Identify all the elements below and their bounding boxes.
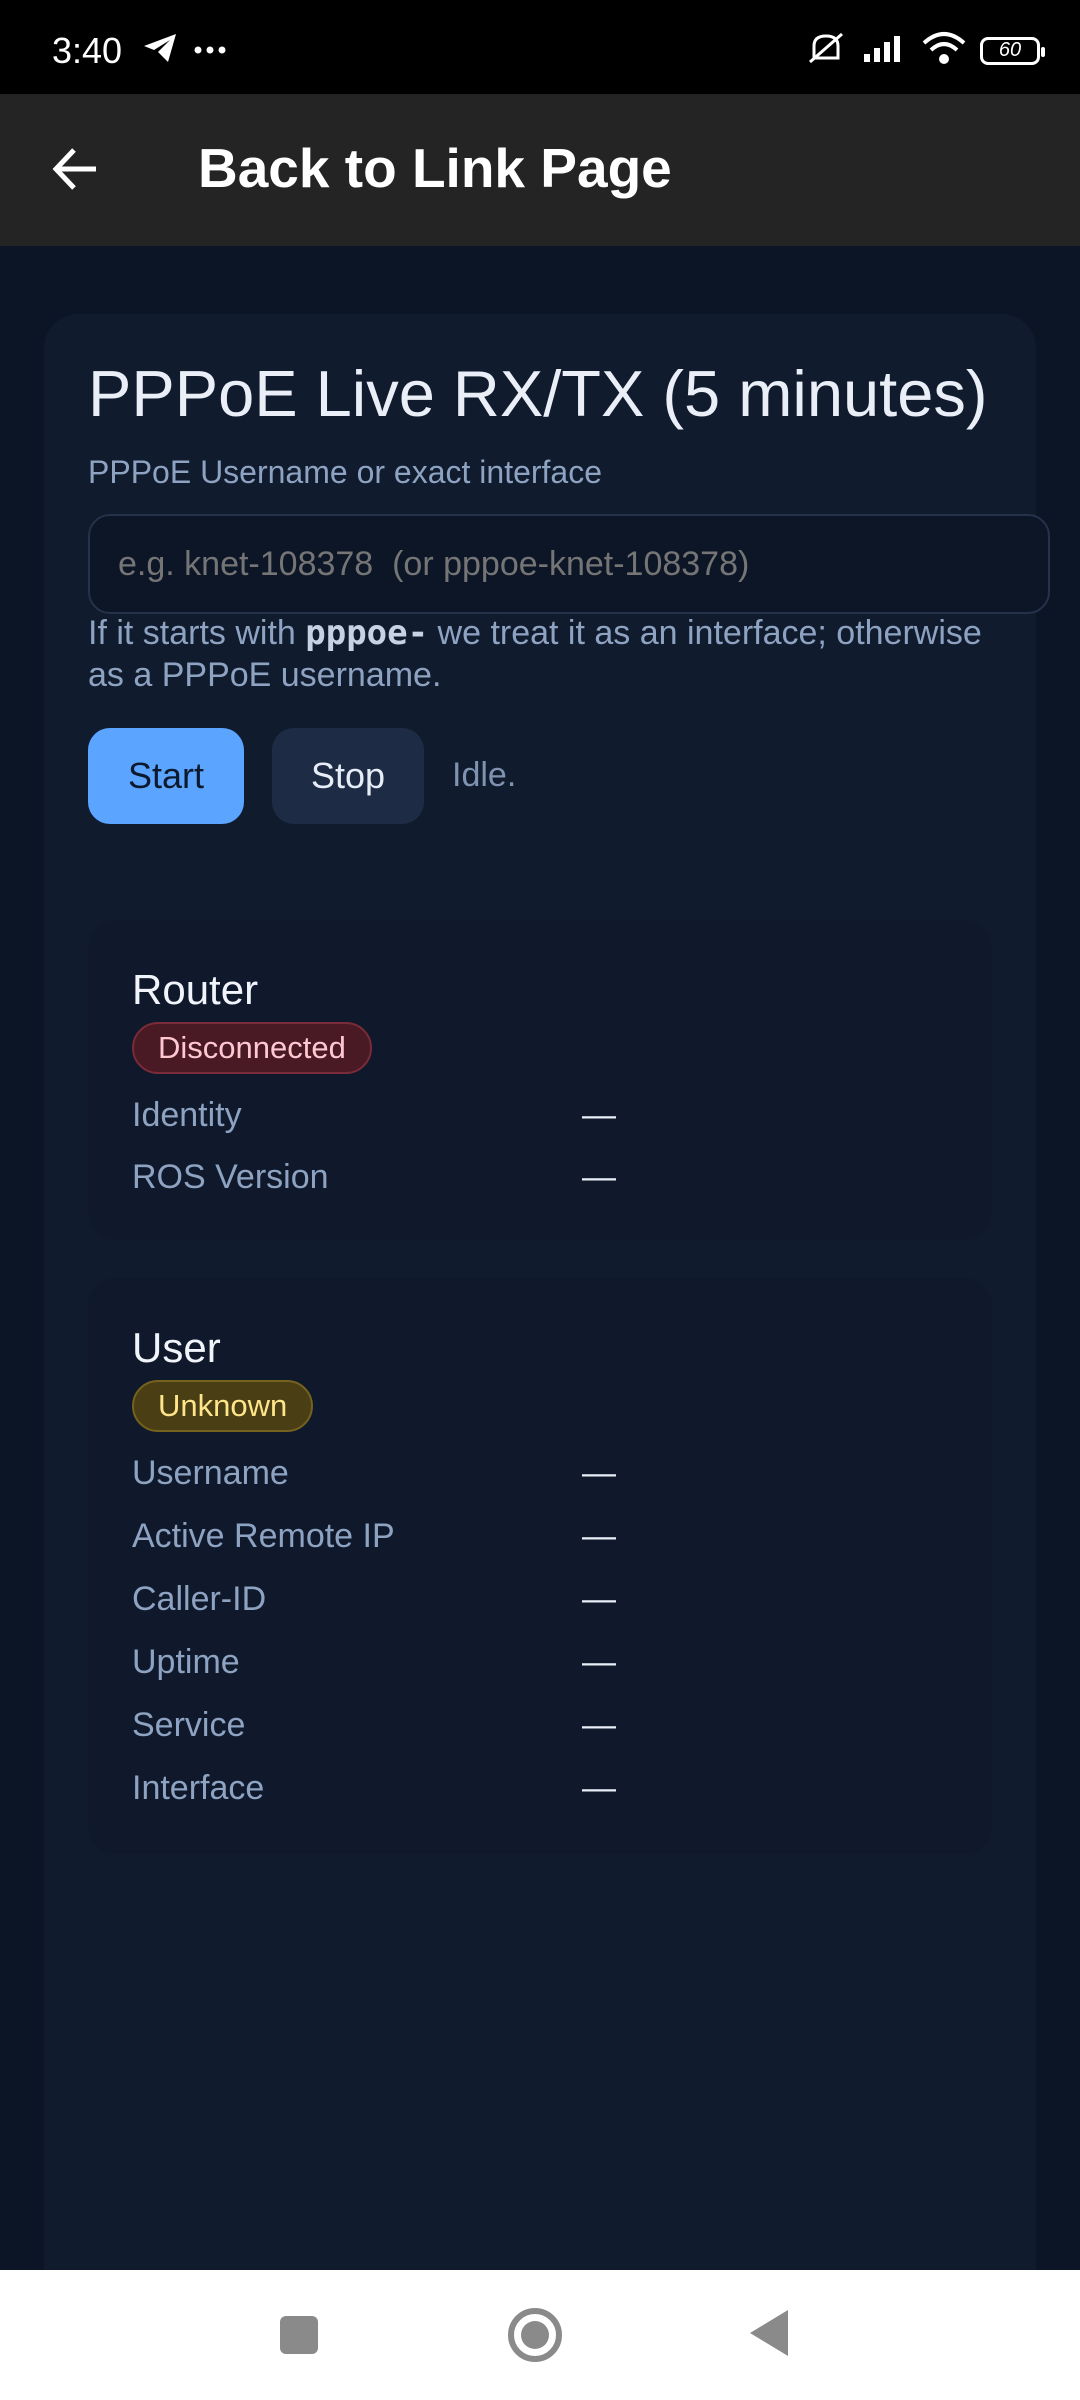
- row-key: Username: [132, 1454, 289, 1492]
- mute-icon: [804, 30, 848, 71]
- user-row-uptime: Uptime —: [132, 1643, 932, 1687]
- user-card: User Unknown Username — Active Remote IP…: [88, 1278, 992, 1854]
- telegram-icon: [142, 32, 178, 69]
- content-area[interactable]: PPPoE Live RX/TX (5 minutes) PPPoE Usern…: [0, 246, 1080, 2270]
- home-button[interactable]: [506, 2306, 564, 2369]
- user-title: User: [132, 1324, 221, 1371]
- recents-button[interactable]: [278, 2314, 320, 2361]
- row-key: Interface: [132, 1769, 265, 1807]
- user-row-service: Service —: [132, 1706, 932, 1750]
- status-bar: 3:40 60: [0, 0, 1080, 94]
- battery-icon: 60: [980, 36, 1045, 65]
- live-rxtx-card: PPPoE Live RX/TX (5 minutes) PPPoE Usern…: [44, 314, 1050, 2270]
- back-button[interactable]: [748, 2308, 790, 2363]
- row-key: Service: [132, 1706, 246, 1744]
- row-value: —: [582, 1706, 616, 1744]
- row-key: Active Remote IP: [132, 1517, 395, 1555]
- page-title[interactable]: Back to Link Page: [198, 136, 672, 200]
- user-row-username: Username —: [132, 1454, 932, 1498]
- wifi-icon: [922, 31, 966, 70]
- user-row-caller-id: Caller-ID —: [132, 1580, 932, 1624]
- more-dots-icon: [194, 42, 226, 60]
- status-time: 3:40: [52, 30, 123, 71]
- row-value: —: [582, 1769, 616, 1807]
- row-key: Caller-ID: [132, 1580, 267, 1618]
- row-value: —: [582, 1643, 616, 1681]
- row-value: —: [582, 1517, 616, 1555]
- app-bar: Back to Link Page: [0, 94, 1080, 246]
- row-key: Uptime: [132, 1643, 240, 1681]
- user-row-interface: Interface —: [132, 1769, 932, 1813]
- row-value: —: [582, 1580, 616, 1618]
- signal-icon: [862, 32, 908, 69]
- back-arrow-icon[interactable]: [50, 144, 100, 194]
- rxtx-chart: RX (Mb/s)TX (Mb/s) 1 Mb/s0.8 Mb/s: [44, 314, 1036, 1314]
- user-row-remote-ip: Active Remote IP —: [132, 1517, 932, 1561]
- nav-bar: [0, 2270, 1080, 2400]
- row-value: —: [582, 1454, 616, 1492]
- status-badge: Unknown: [132, 1380, 314, 1432]
